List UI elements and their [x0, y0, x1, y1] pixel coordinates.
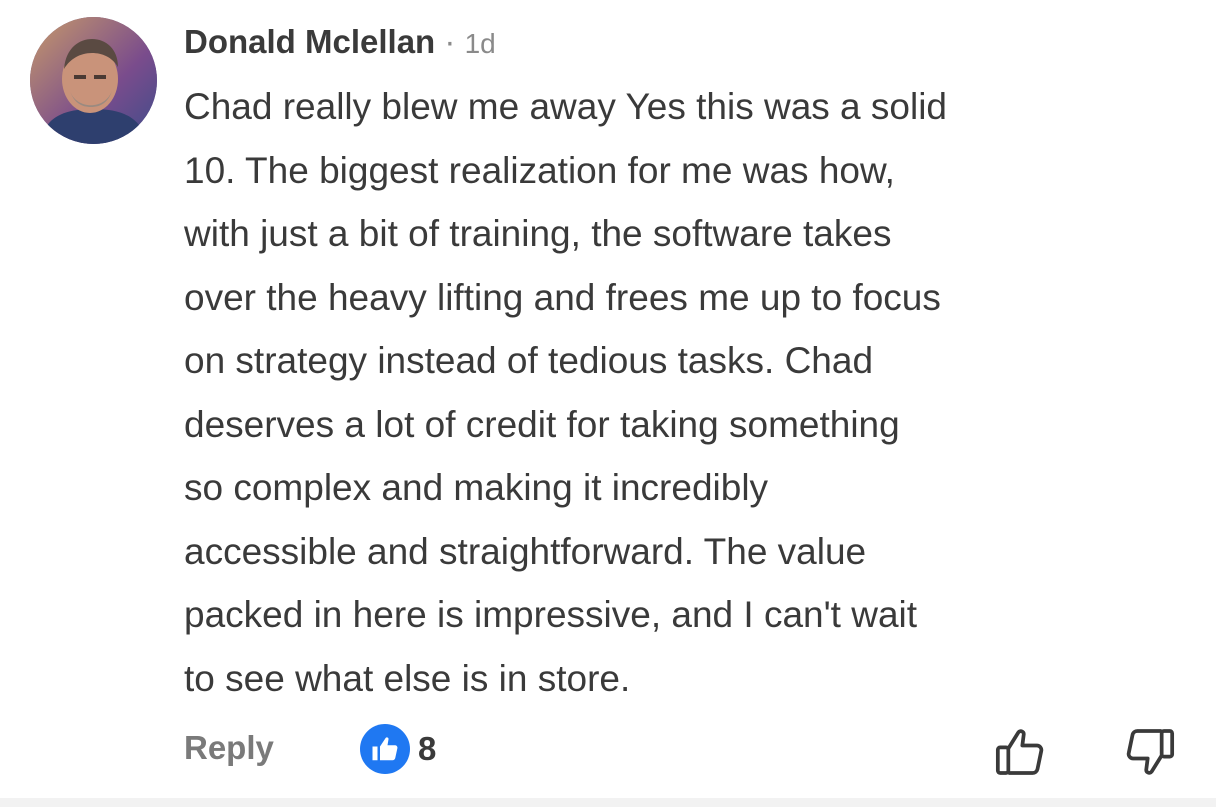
comment: Donald Mclellan · 1d Chad really blew me… [0, 0, 1216, 807]
comment-text-line: so complex and making it incredibly [184, 467, 769, 508]
author-name[interactable]: Donald Mclellan [184, 23, 435, 60]
avatar-image [30, 17, 157, 144]
comment-text-line: to see what else is in store. [184, 657, 631, 699]
comment-timestamp[interactable]: 1d [465, 28, 496, 59]
comment-text-line: deserves a lot of credit for taking some… [184, 403, 900, 445]
avatar[interactable] [30, 17, 157, 144]
header-separator: · [444, 23, 456, 60]
divider [0, 798, 1216, 807]
comment-text-line: on strategy instead of tedious tasks. Ch… [184, 340, 874, 381]
comment-text-line: Chad really blew me away Yes this was a … [184, 86, 947, 127]
like-count: 8 [418, 730, 437, 767]
reply-button[interactable]: Reply [184, 728, 274, 768]
comment-actions: Reply 8 [184, 724, 1184, 776]
thumb-up-outline-icon[interactable] [992, 724, 1048, 780]
thumbs-up-icon [360, 724, 410, 774]
comment-header: Donald Mclellan · 1d [184, 22, 496, 64]
comment-text: Chad really blew me away Yes this was a … [184, 75, 1204, 710]
comment-text-line: with just a bit of training, the softwar… [184, 213, 892, 254]
comment-text-line: over the heavy lifting and frees me up t… [184, 276, 941, 318]
comment-text-line: accessible and straightforward. The valu… [184, 530, 867, 572]
comment-text-line: 10. The biggest realization for me was h… [184, 149, 895, 191]
comment-text-line: packed in here is impressive, and I can'… [184, 594, 918, 635]
thumb-down-outline-icon[interactable] [1122, 724, 1178, 780]
like-summary[interactable]: 8 [360, 724, 436, 774]
